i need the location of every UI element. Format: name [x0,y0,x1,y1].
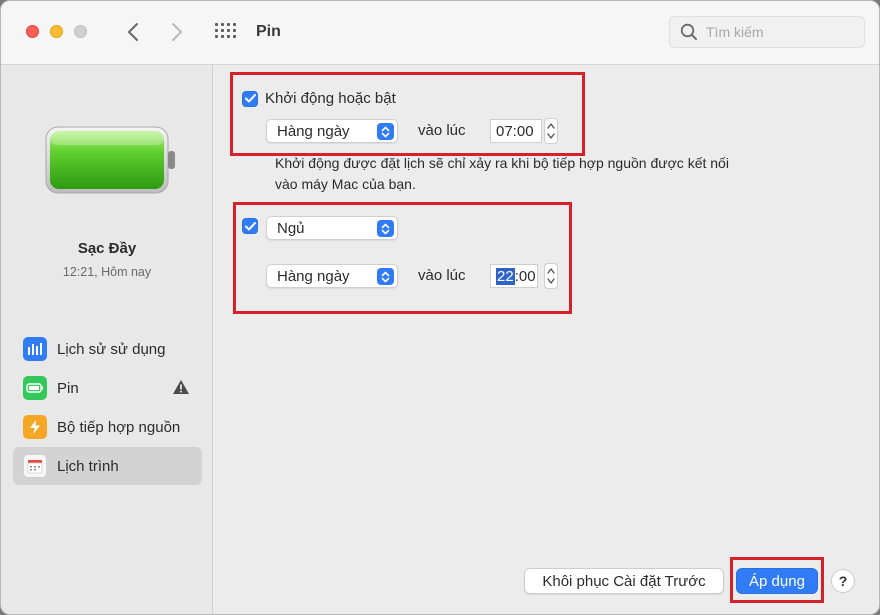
close-window-button[interactable] [26,25,39,38]
sleep-action-select[interactable]: Ngủ [266,216,398,240]
sidebar-item-label: Lịch sử sử dụng [57,340,166,358]
titlebar: Pin [1,1,879,65]
startup-frequency-select[interactable]: Hàng ngày [266,119,398,143]
preferences-window: Pin Tìm kiếm Sạc Đầy 12:21, Hôm nay Lịch… [0,0,880,615]
chevron-left-icon [128,23,138,41]
startup-at-label: vào lúc [418,122,466,139]
note-line: vào máy Mac của bạn. [275,176,416,192]
search-icon [680,23,697,40]
bolt-icon [23,415,47,439]
calendar-icon [23,454,47,478]
schedule-panel: Khởi động hoặc bật Hàng ngày vào lúc 07:… [214,65,879,614]
battery-status-time: 12:21, Hôm nay [62,265,152,279]
warning-icon [173,380,189,394]
minimize-window-button[interactable] [50,25,63,38]
sidebar: Sạc Đầy 12:21, Hôm nay Lịch sử sử dụng P… [1,65,213,614]
select-value: Hàng ngày [277,267,350,285]
updown-chevron-icon [377,220,394,237]
updown-chevron-icon [377,123,394,140]
sidebar-item-label: Pin [57,379,79,397]
battery-icon [23,376,47,400]
sleep-checkbox[interactable] [242,218,258,234]
time-hour-selected[interactable]: 22 [496,267,515,285]
startup-time-field[interactable]: 07:00 [490,119,542,143]
sidebar-item-schedule[interactable]: Lịch trình [13,447,202,485]
startup-row: Khởi động hoặc bật [242,90,396,107]
checkmark-icon [244,94,256,103]
select-value: Hàng ngày [277,122,350,140]
apply-button[interactable]: Áp dụng [736,568,818,594]
startup-note: Khởi động được đặt lịch sẽ chỉ xảy ra kh… [275,153,729,195]
select-value: Ngủ [277,219,305,237]
sidebar-item-label: Bộ tiếp hợp nguồn [57,418,181,436]
window-title: Pin [256,23,281,40]
back-button[interactable] [121,19,145,45]
sleep-frequency-select[interactable]: Hàng ngày [266,264,398,288]
startup-label: Khởi động hoặc bật [265,90,396,107]
zoom-window-button[interactable] [74,25,87,38]
search-input[interactable] [706,24,856,40]
search-field[interactable] [669,16,865,48]
help-button[interactable]: ? [831,569,855,593]
sidebar-item-label: Lịch trình [57,457,119,475]
sidebar-item-battery[interactable]: Pin [13,369,202,407]
updown-chevron-icon [377,268,394,285]
sleep-time-stepper[interactable] [544,263,558,289]
show-all-button[interactable] [213,21,239,43]
note-line: Khởi động được đặt lịch sẽ chỉ xảy ra kh… [275,155,729,171]
forward-button[interactable] [165,19,189,45]
sidebar-item-power-adapter[interactable]: Bộ tiếp hợp nguồn [13,408,202,446]
stepper-arrows-icon [547,123,555,139]
battery-full-icon [45,125,177,200]
annotation-box-startup [230,72,585,156]
restore-defaults-button[interactable]: Khôi phục Cài đặt Trước [524,568,724,594]
checkmark-icon [244,221,256,230]
time-minutes: :00 [514,267,536,285]
sleep-time-field[interactable]: 22:00 [490,264,538,288]
sidebar-item-usage-history[interactable]: Lịch sử sử dụng [13,330,202,368]
battery-status-title: Sạc Đầy [77,240,137,257]
startup-time-stepper[interactable] [544,118,558,144]
time-value: 07:00 [496,122,534,140]
grid-icon [215,23,239,38]
startup-checkbox[interactable] [242,90,258,107]
chevron-right-icon [172,23,182,41]
bar-chart-icon [23,337,47,361]
sleep-at-label: vào lúc [418,267,466,284]
stepper-arrows-icon [547,268,555,284]
